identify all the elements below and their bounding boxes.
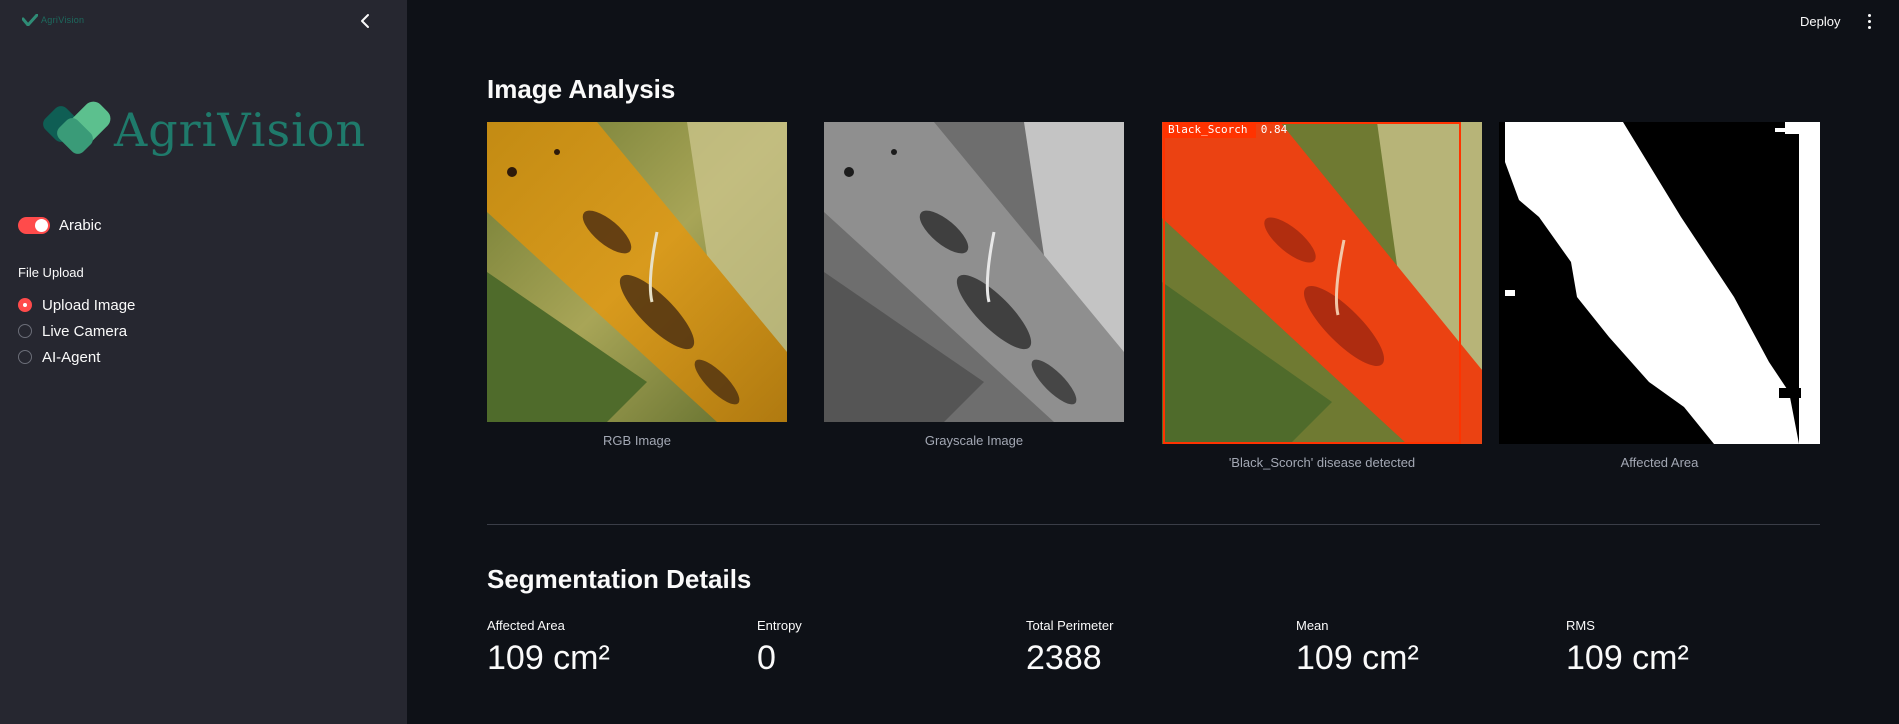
collapse-sidebar-button[interactable]	[355, 10, 375, 32]
toggle-knob	[35, 219, 48, 232]
metric-total-perimeter: Total Perimeter 2388	[1026, 618, 1266, 678]
sidebar: AgriVision AgriVision Arabic File Upload…	[0, 0, 407, 724]
metric-label: Mean	[1296, 618, 1329, 633]
metric-label: Total Perimeter	[1026, 618, 1114, 633]
metric-value: 0	[757, 639, 776, 677]
image-analysis-title: Image Analysis	[487, 74, 676, 104]
detection-label: Black_Scorch 0.84	[1168, 123, 1288, 136]
metric-value: 109 cm²	[487, 639, 610, 677]
radio-button[interactable]	[18, 324, 32, 338]
section-divider	[487, 524, 1820, 525]
radio-live-camera[interactable]: Live Camera	[18, 318, 135, 344]
main-menu-button[interactable]	[1862, 10, 1876, 32]
arabic-toggle-row: Arabic	[18, 217, 102, 234]
affected-area-mask-graphic	[1499, 122, 1820, 444]
arabic-toggle[interactable]	[18, 217, 50, 234]
detection-image: Black_Scorch 0.84	[1162, 122, 1482, 444]
grayscale-image-caption: Grayscale Image	[924, 433, 1024, 448]
more-vertical-icon-dot	[1867, 19, 1871, 23]
metric-label: RMS	[1566, 618, 1595, 633]
file-upload-title: File Upload	[18, 265, 84, 280]
metric-mean: Mean 109 cm²	[1296, 618, 1536, 678]
radio-label: AI-Agent	[42, 348, 101, 366]
radio-ai-agent[interactable]: AI-Agent	[18, 344, 135, 370]
radio-label: Upload Image	[42, 296, 136, 314]
rgb-image-caption: RGB Image	[603, 433, 671, 448]
grayscale-image	[824, 122, 1124, 422]
metric-value: 109 cm²	[1296, 639, 1419, 677]
segmentation-details-title: Segmentation Details	[487, 564, 752, 594]
leaf-detection-graphic	[1162, 122, 1482, 444]
affected-area-image	[1499, 122, 1820, 444]
sidebar-mini-logo: AgriVision	[22, 14, 84, 26]
metric-value: 109 cm²	[1566, 639, 1689, 677]
deploy-button[interactable]: Deploy	[1798, 12, 1842, 31]
file-upload-radio-group: Upload Image Live Camera AI-Agent	[18, 292, 135, 370]
more-vertical-icon-dot	[1867, 13, 1871, 17]
metric-entropy: Entropy 0	[757, 618, 997, 678]
logo-heart-icon	[22, 14, 38, 26]
metric-label: Affected Area	[487, 618, 565, 633]
arabic-toggle-label: Arabic	[59, 217, 102, 234]
radio-label: Live Camera	[42, 322, 128, 340]
detection-image-caption: 'Black_Scorch' disease detected	[1228, 455, 1416, 470]
metric-rms: RMS 109 cm²	[1566, 618, 1806, 678]
radio-upload-image[interactable]: Upload Image	[18, 292, 135, 318]
affected-area-caption: Affected Area	[1620, 455, 1699, 470]
brand-logo: AgriVision	[42, 95, 365, 165]
radio-button-checked[interactable]	[18, 298, 32, 312]
more-vertical-icon-dot	[1867, 25, 1871, 29]
radio-button[interactable]	[18, 350, 32, 364]
brand-wordmark: AgriVision	[114, 103, 367, 157]
metric-label: Entropy	[757, 618, 802, 633]
metric-value: 2388	[1026, 639, 1102, 677]
chevron-left-icon	[361, 14, 369, 28]
metric-affected-area: Affected Area 109 cm²	[487, 618, 727, 678]
leaf-rgb-graphic	[487, 122, 787, 422]
rgb-image	[487, 122, 787, 422]
mini-logo-text: AgriVision	[41, 15, 85, 25]
leaf-grayscale-graphic	[824, 122, 1124, 422]
